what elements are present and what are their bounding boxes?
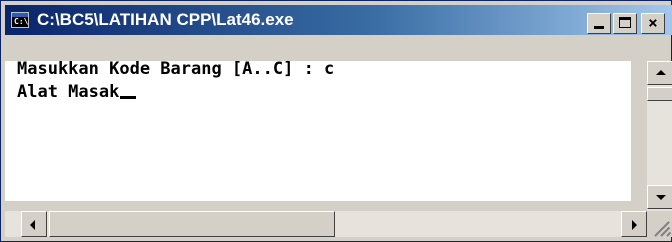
arrow-left-icon bbox=[30, 220, 35, 230]
grip-line bbox=[666, 231, 672, 237]
console-line-result: Alat Masak bbox=[17, 82, 137, 102]
vertical-scroll-thumb[interactable] bbox=[647, 87, 672, 101]
arrow-down-icon bbox=[656, 195, 666, 200]
arrow-right-icon bbox=[632, 220, 637, 230]
console-line-prompt: Masukkan Kode Barang [A..C] : c bbox=[17, 59, 335, 79]
maximize-button[interactable] bbox=[613, 13, 637, 34]
icon-label: C:\ bbox=[14, 17, 29, 26]
horizontal-scrollbar[interactable] bbox=[5, 211, 647, 237]
maximize-icon bbox=[619, 17, 631, 28]
console-app-icon[interactable]: C:\ bbox=[11, 12, 29, 28]
scroll-down-button[interactable] bbox=[647, 185, 672, 209]
console-line-result-text: Alat Masak bbox=[17, 82, 120, 102]
close-button[interactable]: × bbox=[641, 13, 665, 34]
minimize-icon bbox=[594, 26, 604, 29]
resize-grip-icon[interactable] bbox=[647, 211, 672, 237]
minimize-button[interactable] bbox=[587, 13, 611, 34]
console-window: C:\ C:\BC5\LATIHAN CPP\Lat46.exe × Masuk… bbox=[0, 0, 672, 242]
title-bar[interactable]: C:\ C:\BC5\LATIHAN CPP\Lat46.exe × bbox=[5, 5, 672, 35]
vertical-scrollbar[interactable] bbox=[647, 61, 672, 211]
scroll-left-button[interactable] bbox=[21, 211, 47, 237]
close-icon: × bbox=[648, 13, 658, 32]
arrow-up-icon bbox=[656, 70, 666, 75]
window-title: C:\BC5\LATIHAN CPP\Lat46.exe bbox=[37, 10, 294, 29]
horizontal-scroll-thumb[interactable] bbox=[49, 211, 335, 237]
scroll-right-button[interactable] bbox=[621, 211, 647, 237]
text-cursor bbox=[120, 96, 137, 99]
scroll-up-button[interactable] bbox=[647, 61, 672, 85]
